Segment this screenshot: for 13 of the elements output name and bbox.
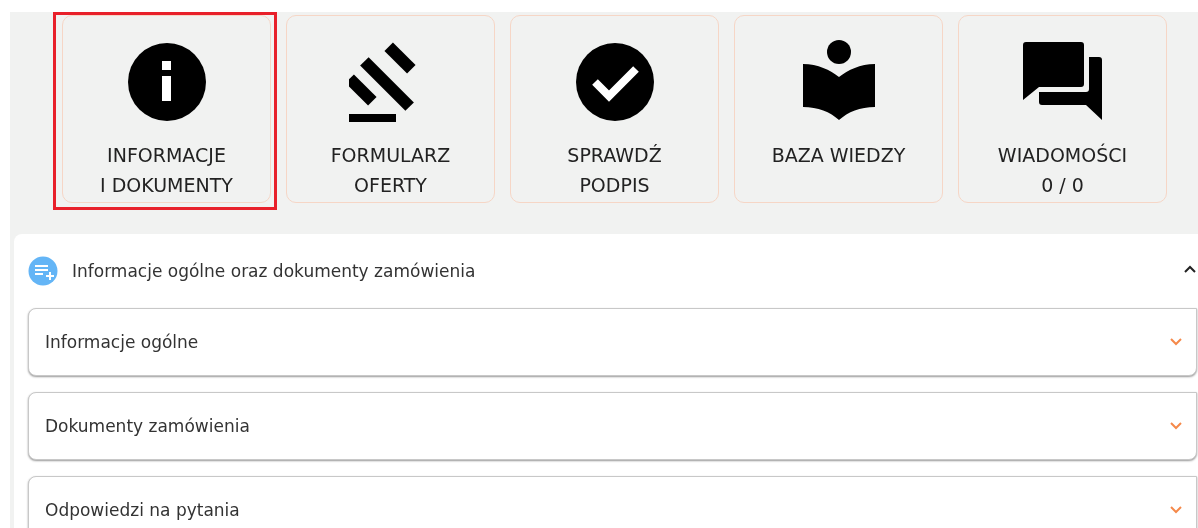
- accordion-item[interactable]: Informacje ogólne: [28, 308, 1197, 376]
- list-add-icon: [28, 256, 58, 286]
- accordion-item[interactable]: Dokumenty zamówienia: [28, 392, 1197, 460]
- chevron-down-icon: [1170, 338, 1182, 346]
- accordion-item[interactable]: Odpowiedzi na pytania: [28, 476, 1197, 528]
- chevron-up-icon: [1184, 264, 1196, 273]
- chevron-down-icon: [1170, 506, 1182, 514]
- info-icon: [126, 42, 207, 122]
- nav-tile[interactable]: INFORMACJE I DOKUMENTY: [53, 12, 277, 210]
- chevron-down-icon: [1170, 422, 1182, 430]
- section-title: Informacje ogólne oraz dokumenty zamówienia: [72, 261, 477, 281]
- chat-icon: [1022, 42, 1103, 122]
- check-circle-icon: [574, 42, 655, 122]
